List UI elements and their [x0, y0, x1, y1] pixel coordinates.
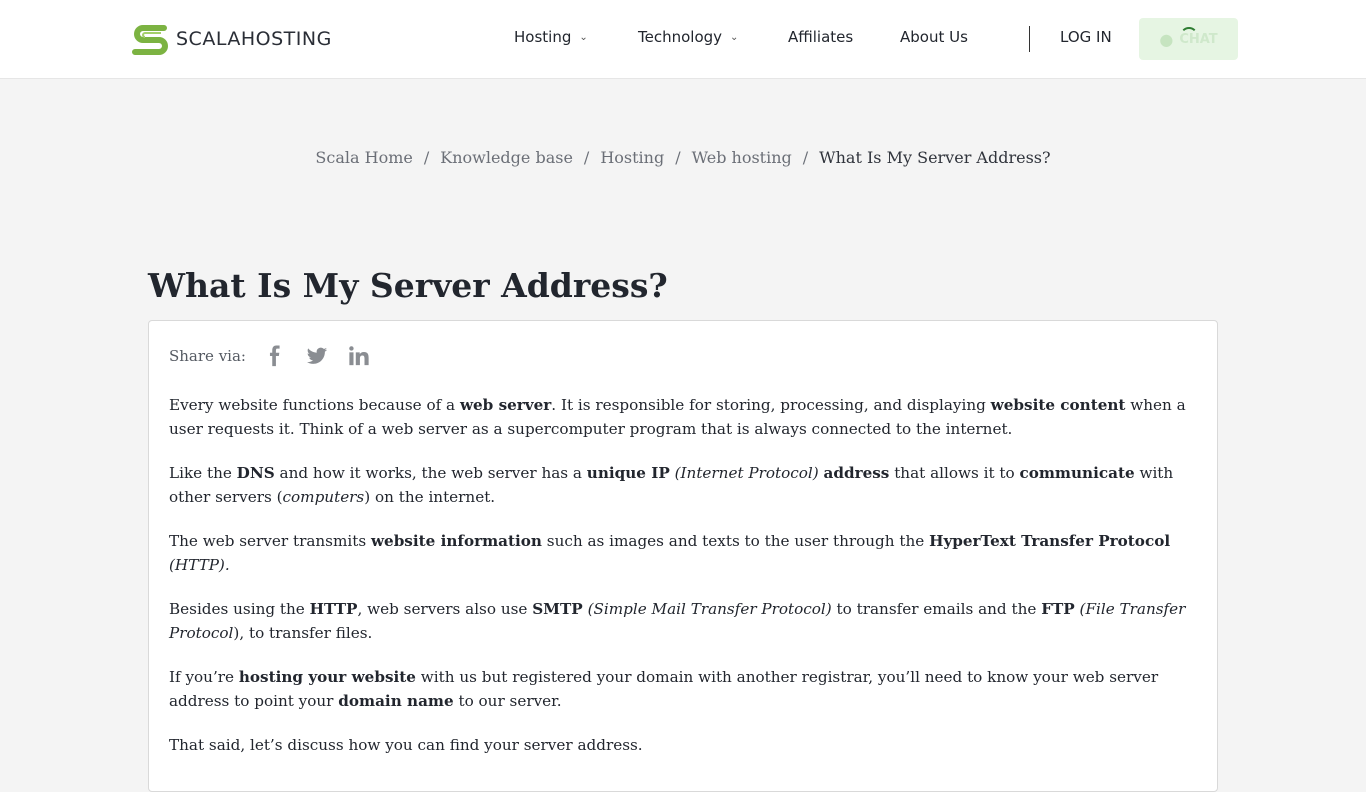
scala-logo-icon	[132, 25, 168, 55]
linkedin-icon[interactable]	[348, 345, 370, 367]
nav-about-us[interactable]: About Us	[900, 28, 968, 46]
text-run-bold: website content	[990, 396, 1126, 414]
text-run: to transfer emails and the	[831, 600, 1042, 618]
breadcrumb-separator: /	[802, 148, 809, 167]
text-run-italic: (HTTP).	[169, 556, 230, 574]
text-run: that allows it to	[889, 464, 1020, 482]
nav-divider	[1029, 26, 1030, 52]
page-title: What Is My Server Address?	[148, 266, 668, 305]
chat-user-icon: ●	[1159, 29, 1174, 49]
text-run-bold: FTP	[1041, 600, 1075, 618]
article-content: Every website functions because of a web…	[169, 393, 1199, 777]
text-run-italic: (Internet Protocol)	[674, 464, 819, 482]
chevron-down-icon: ⌄	[730, 31, 739, 43]
breadcrumb-separator: /	[423, 148, 430, 167]
text-run: The web server transmits	[169, 532, 371, 550]
nav-affiliates[interactable]: Affiliates	[788, 28, 853, 46]
text-run: , web servers also use	[357, 600, 533, 618]
text-run: If you’re	[169, 668, 239, 686]
text-run: . It is responsible for storing, process…	[551, 396, 991, 414]
text-run-italic: (Simple Mail Transfer Protocol)	[587, 600, 832, 618]
article-paragraph: That said, let’s discuss how you can fin…	[169, 736, 643, 754]
share-label: Share via:	[169, 347, 246, 365]
text-run: and how it works, the web server has a	[274, 464, 587, 482]
nav-technology[interactable]: Technology ⌄	[638, 28, 738, 46]
facebook-icon[interactable]	[264, 345, 286, 367]
logo-text: SCALAHOSTING	[176, 28, 332, 50]
breadcrumb: Scala Home / Knowledge base / Hosting / Web ho…	[0, 148, 1366, 167]
text-run-bold: SMTP	[532, 600, 583, 618]
nav-hosting[interactable]: Hosting ⌄	[514, 28, 588, 46]
text-run-bold: hosting your website	[238, 668, 416, 686]
text-run-bold: website information	[370, 532, 542, 550]
text-run-bold: DNS	[236, 464, 275, 482]
breadcrumb-hosting[interactable]: Hosting	[600, 148, 664, 167]
loading-spinner-icon	[1180, 27, 1198, 45]
text-run: to our server.	[453, 692, 562, 710]
article-paragraph: If you’re hosting your website with us b…	[169, 665, 1199, 713]
text-run: such as images and texts to the user thr…	[541, 532, 930, 550]
text-run-bold: web server	[459, 396, 552, 414]
logo[interactable]: SCALAHOSTING	[131, 23, 332, 55]
breadcrumb-web-hosting[interactable]: Web hosting	[692, 148, 792, 167]
text-run: Like the	[169, 464, 237, 482]
article-paragraph: Besides using the HTTP, web servers also…	[169, 597, 1199, 645]
text-run-italic: computers	[282, 488, 365, 506]
text-run-bold: unique IP	[586, 464, 670, 482]
breadcrumb-separator: /	[675, 148, 681, 167]
nav-technology-label: Technology	[638, 28, 723, 46]
text-run-bold: HyperText Transfer Protocol	[929, 532, 1171, 550]
text-run: ) on the internet.	[364, 488, 496, 506]
nav-hosting-label: Hosting	[514, 28, 572, 46]
share-bar: Share via:	[169, 345, 390, 367]
article-paragraph: Every website functions because of a web…	[169, 393, 1199, 441]
twitter-icon[interactable]	[306, 345, 328, 367]
breadcrumb-knowledge-base[interactable]: Knowledge base	[440, 148, 573, 167]
text-run: Every website functions because of a	[169, 396, 460, 414]
text-run: Besides using the	[169, 600, 310, 618]
chevron-down-icon: ⌄	[579, 31, 588, 43]
text-run-bold: HTTP	[309, 600, 358, 618]
article-card: Share via: Every website functions becau…	[148, 320, 1218, 792]
article-paragraph: The web server transmits website informa…	[169, 529, 1199, 577]
breadcrumb-separator: /	[583, 148, 590, 167]
text-run-bold: address	[823, 464, 890, 482]
text-run: ), to transfer files.	[233, 624, 373, 642]
login-link[interactable]: LOG IN	[1060, 28, 1112, 46]
site-header: SCALAHOSTING Hosting ⌄ Technology ⌄ Affi…	[0, 0, 1366, 79]
text-run-bold: domain name	[338, 692, 454, 710]
article-paragraph: Like the DNS and how it works, the web s…	[169, 461, 1199, 509]
breadcrumb-scala-home[interactable]: Scala Home	[315, 148, 412, 167]
breadcrumb-current: What Is My Server Address?	[819, 148, 1051, 167]
text-run-bold: communicate	[1019, 464, 1135, 482]
